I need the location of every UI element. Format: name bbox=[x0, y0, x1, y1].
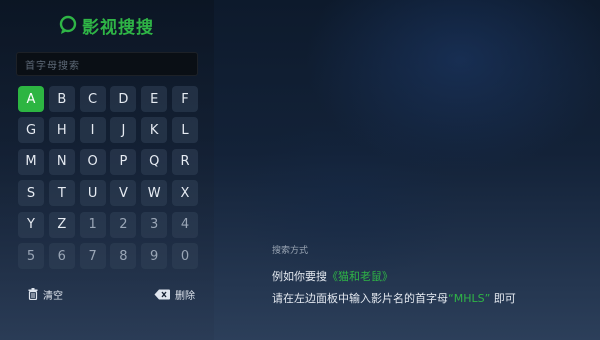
key-v[interactable]: V bbox=[110, 180, 137, 207]
hint-title: 搜索方式 bbox=[272, 246, 309, 256]
backspace-icon bbox=[154, 289, 170, 299]
search-input[interactable]: 首字母搜索 bbox=[16, 52, 198, 76]
key-x[interactable]: X bbox=[172, 180, 198, 207]
hint-instruction-line: 请在左边面板中输入影片名的首字母“MHLS” 即可 bbox=[272, 290, 516, 306]
key-k[interactable]: K bbox=[141, 117, 168, 144]
key-r[interactable]: R bbox=[172, 148, 198, 175]
key-u[interactable]: U bbox=[79, 180, 106, 207]
key-w[interactable]: W bbox=[141, 180, 168, 207]
search-placeholder: 首字母搜索 bbox=[25, 60, 80, 72]
key-j[interactable]: J bbox=[110, 117, 137, 144]
key-1[interactable]: 1 bbox=[79, 211, 106, 238]
key-y[interactable]: Y bbox=[18, 211, 44, 238]
delete-button[interactable]: 删除 bbox=[148, 284, 201, 304]
hint-line1-example: 《猫和老鼠》 bbox=[327, 270, 393, 283]
key-n[interactable]: N bbox=[48, 148, 75, 175]
key-5[interactable]: 5 bbox=[18, 243, 44, 269]
key-g[interactable]: G bbox=[18, 117, 44, 144]
key-9[interactable]: 9 bbox=[141, 243, 168, 269]
hint-line1-prefix: 例如你要搜 bbox=[272, 270, 327, 283]
key-p[interactable]: P bbox=[110, 148, 137, 175]
key-a[interactable]: A bbox=[18, 86, 44, 112]
app-logo: 影视搜搜 bbox=[58, 13, 154, 38]
key-b[interactable]: B bbox=[48, 86, 75, 112]
key-d[interactable]: D bbox=[110, 86, 137, 112]
hint-line2-example: “MHLS” bbox=[448, 292, 491, 305]
hint-line2-prefix: 请在左边面板中输入影片名的首字母 bbox=[272, 292, 448, 305]
key-f[interactable]: F bbox=[172, 86, 198, 112]
key-o[interactable]: O bbox=[79, 148, 106, 175]
key-z[interactable]: Z bbox=[48, 211, 75, 238]
delete-label: 删除 bbox=[175, 290, 195, 302]
key-c[interactable]: C bbox=[79, 86, 106, 112]
key-q[interactable]: Q bbox=[141, 148, 168, 175]
hint-line2-suffix: 即可 bbox=[490, 292, 516, 305]
key-s[interactable]: S bbox=[18, 180, 44, 207]
clear-button[interactable]: 清空 bbox=[22, 284, 69, 304]
search-panel: 影视搜搜 首字母搜索 ABCDEF GHIJKL MNOPQR STUVWX YZ123… bbox=[0, 0, 214, 340]
chat-bubble-logo-icon bbox=[59, 15, 77, 34]
key-t[interactable]: T bbox=[48, 180, 75, 207]
key-l[interactable]: L bbox=[172, 117, 198, 144]
key-2[interactable]: 2 bbox=[110, 211, 137, 238]
trash-icon bbox=[28, 288, 38, 300]
key-4[interactable]: 4 bbox=[172, 211, 198, 238]
key-6[interactable]: 6 bbox=[48, 243, 75, 269]
key-0[interactable]: 0 bbox=[172, 243, 198, 269]
key-i[interactable]: I bbox=[79, 117, 106, 144]
key-7[interactable]: 7 bbox=[79, 243, 106, 269]
key-3[interactable]: 3 bbox=[141, 211, 168, 238]
clear-label: 清空 bbox=[43, 290, 63, 302]
key-m[interactable]: M bbox=[18, 148, 44, 175]
background-art bbox=[210, 0, 600, 340]
key-8[interactable]: 8 bbox=[110, 243, 137, 269]
app-title: 影视搜搜 bbox=[82, 17, 154, 38]
key-e[interactable]: E bbox=[141, 86, 168, 112]
key-h[interactable]: H bbox=[48, 117, 75, 144]
hint-example-line: 例如你要搜《猫和老鼠》 bbox=[272, 268, 393, 284]
